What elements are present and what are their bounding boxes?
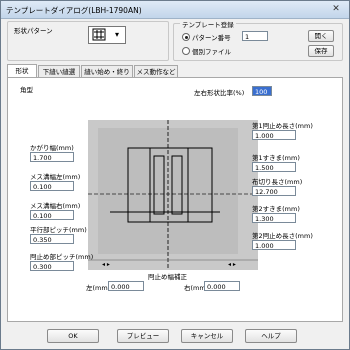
pattern-number-label: パターン番号 — [192, 34, 231, 42]
cloth-cut-length-label: 布切り長さ(mm) — [252, 178, 303, 186]
tab-knife-motion[interactable]: メス動作など — [134, 65, 178, 77]
svg-text:◂ ▸: ◂ ▸ — [102, 261, 110, 268]
section-label: 角型 — [20, 86, 33, 94]
bartack1-length-input[interactable]: 1.000 — [252, 130, 296, 140]
bar-width-label: かがり幅(mm) — [30, 144, 74, 152]
bartack2-length-input[interactable]: 1.000 — [252, 240, 296, 250]
file-label: 個別ファイル — [192, 48, 231, 56]
bartack-pitch-label: 閂止め部ピッチ(mm) — [30, 253, 94, 261]
gap2-label: 第2すきま(mm) — [252, 205, 300, 213]
knife-gap-left-input[interactable]: 0.100 — [30, 181, 74, 191]
knife-gap-left-label: メス溝幅左(mm) — [30, 173, 81, 181]
shape-panel: 角型 左右形状比率(%) 100 ◂ ▸ ◂ ▸ かがり幅(mm) 1.700 … — [7, 77, 343, 322]
lr-ratio-input[interactable]: 100 — [252, 86, 272, 96]
cloth-cut-length-input[interactable]: 12.700 — [252, 186, 296, 196]
svg-text:◂ ▸: ◂ ▸ — [228, 261, 236, 268]
window-title: テンプレートダイアログ(LBH-1790AN) — [6, 6, 142, 15]
gap1-input[interactable]: 1.500 — [252, 162, 296, 172]
open-button[interactable]: 開く — [308, 30, 334, 42]
cancel-button[interactable]: キャンセル — [181, 329, 233, 343]
close-icon[interactable]: ✕ — [329, 3, 343, 15]
parallel-pitch-input[interactable]: 0.350 — [30, 234, 74, 244]
bar-width-input[interactable]: 1.700 — [30, 152, 74, 162]
lr-ratio-label: 左右形状比率(%) — [194, 89, 245, 97]
bar-width-correction-title: 閂止め幅補正 — [148, 273, 187, 281]
help-button[interactable]: ヘルプ — [245, 329, 297, 343]
gap1-label: 第1すきま(mm) — [252, 154, 300, 162]
left-mm-input[interactable]: 0.000 — [108, 281, 144, 291]
knife-gap-right-input[interactable]: 0.100 — [30, 210, 74, 220]
bartack-pitch-input[interactable]: 0.300 — [30, 261, 74, 271]
title-bar: テンプレートダイアログ(LBH-1790AN) ✕ — [1, 1, 349, 19]
pattern-number-input[interactable]: 1 — [242, 31, 268, 41]
preview-button[interactable]: プレビュー — [117, 329, 169, 343]
shape-pattern-icon — [92, 28, 106, 41]
buttonhole-diagram: ◂ ▸ ◂ ▸ — [88, 120, 258, 270]
dialog-window: テンプレートダイアログ(LBH-1790AN) ✕ 形状パターン ▾ テンプレー… — [0, 0, 350, 350]
file-radio[interactable] — [182, 47, 190, 55]
tab-under-sewing[interactable]: 下縫い縫選 — [38, 65, 80, 77]
tab-shape[interactable]: 形状 — [7, 64, 37, 77]
shape-pattern-label: 形状パターン — [14, 27, 53, 35]
template-register-title: テンプレート登録 — [180, 19, 236, 29]
parallel-pitch-label: 平行部ピッチ(mm) — [30, 226, 87, 234]
gap2-input[interactable]: 1.300 — [252, 213, 296, 223]
bartack2-length-label: 第2閂止め長さ(mm) — [252, 232, 313, 240]
template-register-group: テンプレート登録 パターン番号 1 個別ファイル 開く 保存 — [173, 19, 343, 61]
shape-pattern-group: 形状パターン ▾ — [7, 21, 169, 61]
tab-start-end[interactable]: 縫い始め・終り — [81, 65, 133, 77]
right-mm-input[interactable]: 0.000 — [204, 281, 240, 291]
knife-gap-right-label: メス溝幅右(mm) — [30, 202, 81, 210]
pattern-number-radio[interactable] — [182, 33, 190, 41]
save-button[interactable]: 保存 — [308, 45, 334, 57]
shape-pattern-dropdown[interactable]: ▾ — [88, 26, 126, 44]
left-mm-label: 左(mm) — [86, 284, 111, 292]
ok-button[interactable]: OK — [47, 329, 99, 343]
bartack1-length-label: 第1閂止め長さ(mm) — [252, 122, 313, 130]
chevron-down-icon: ▾ — [115, 30, 120, 39]
